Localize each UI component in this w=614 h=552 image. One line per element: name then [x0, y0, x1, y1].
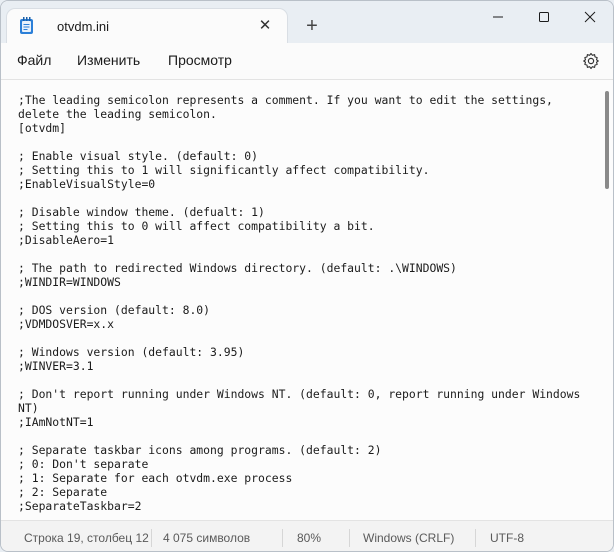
editor-line: ; Setting this to 1 will significantly a… — [18, 163, 430, 177]
title-bar: otvdm.ini ✕ + — [1, 1, 613, 43]
tab-title: otvdm.ini — [57, 19, 110, 34]
editor-content[interactable]: ;The leading semicolon represents a comm… — [18, 93, 598, 513]
status-divider — [282, 529, 283, 547]
cursor-position: Строка 19, столбец 12 — [24, 531, 149, 545]
editor-line: NT) — [18, 401, 39, 415]
maximize-icon — [539, 12, 549, 22]
notepad-window: otvdm.ini ✕ + Файл Изменить Просмотр ;Th… — [0, 0, 614, 552]
menu-file[interactable]: Файл — [17, 52, 51, 68]
editor-line: ; Don't report running under Windows NT.… — [18, 387, 581, 401]
editor-line: ; Setting this to 0 will affect compatib… — [18, 219, 375, 233]
status-divider — [349, 529, 350, 547]
tab-otvdm-ini[interactable]: otvdm.ini ✕ — [7, 9, 287, 43]
status-divider — [151, 529, 152, 547]
editor-line: ; 1: Separate for each otvdm.exe process — [18, 471, 293, 485]
menu-view[interactable]: Просмотр — [168, 52, 232, 68]
close-icon — [584, 11, 596, 23]
editor-line: ;EnableVisualStyle=0 — [18, 177, 156, 191]
editor-line: ;DisableAero=1 — [18, 233, 115, 247]
editor-line: ;VDMDOSVER=x.x — [18, 317, 115, 331]
vertical-scrollbar[interactable] — [605, 91, 609, 189]
text-editor[interactable]: ;The leading semicolon represents a comm… — [1, 79, 613, 521]
editor-line: ; DOS version (default: 8.0) — [18, 303, 211, 317]
maximize-button[interactable] — [521, 1, 567, 33]
status-bar: Строка 19, столбец 12 4 075 символов 80%… — [1, 520, 613, 551]
editor-line: ; Disable window theme. (defualt: 1) — [18, 205, 265, 219]
editor-line: ; Enable visual style. (default: 0) — [18, 149, 259, 163]
zoom-level[interactable]: 80% — [297, 531, 321, 545]
editor-line: ; Windows version (default: 3.95) — [18, 345, 245, 359]
close-tab-icon[interactable]: ✕ — [257, 18, 273, 34]
editor-line: ;WINVER=3.1 — [18, 359, 94, 373]
minimize-icon — [493, 16, 503, 18]
line-endings[interactable]: Windows (CRLF) — [363, 531, 454, 545]
editor-line: ;IAmNotNT=1 — [18, 415, 94, 429]
editor-line: ; 0: Don't separate — [18, 457, 149, 471]
editor-line: ; The path to redirected Windows directo… — [18, 261, 457, 275]
plus-icon[interactable]: + — [301, 16, 323, 38]
gear-icon[interactable] — [581, 51, 601, 71]
notepad-icon — [20, 17, 33, 34]
encoding[interactable]: UTF-8 — [490, 531, 524, 545]
editor-line: delete the leading semicolon. — [18, 107, 217, 121]
editor-line: ;The leading semicolon represents a comm… — [18, 93, 553, 107]
status-divider — [475, 529, 476, 547]
menu-bar: Файл Изменить Просмотр — [1, 43, 613, 79]
editor-line: ;SeparateTaskbar=2 — [18, 499, 142, 513]
editor-line: ;WINDIR=WINDOWS — [18, 275, 121, 289]
menu-edit[interactable]: Изменить — [77, 52, 140, 68]
close-button[interactable] — [567, 1, 613, 33]
editor-line: ; 2: Separate — [18, 485, 108, 499]
character-count: 4 075 символов — [163, 531, 251, 545]
editor-line: ; Separate taskbar icons among programs.… — [18, 443, 382, 457]
minimize-button[interactable] — [475, 1, 521, 33]
editor-line: [otvdm] — [18, 121, 67, 135]
